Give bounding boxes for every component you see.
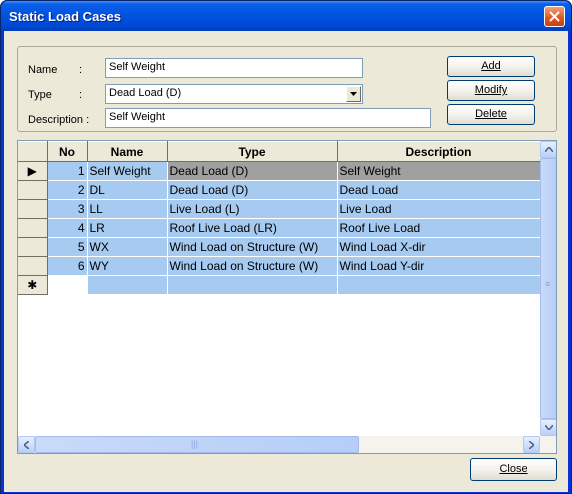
description-input[interactable]: Self Weight	[105, 108, 431, 128]
table-row[interactable]: 6 WY Wind Load on Structure (W) Wind Load Y…	[18, 256, 541, 276]
new-row[interactable]: ✱	[18, 275, 541, 295]
cell-no[interactable]: 6	[47, 256, 88, 276]
column-header-no[interactable]: No	[47, 141, 88, 162]
table-row[interactable]: 3 LL Live Load (L) Live Load	[18, 199, 541, 219]
cell-name[interactable]	[87, 275, 168, 295]
cell-description[interactable]: Wind Load X-dir	[337, 237, 541, 257]
load-cases-grid[interactable]: No Name Type Description ▶ 1 Self Weight De…	[17, 140, 557, 454]
type-label: Type	[28, 89, 52, 101]
cell-no[interactable]	[47, 275, 88, 295]
cell-type[interactable]: Live Load (L)	[167, 199, 338, 219]
cell-type[interactable]: Wind Load on Structure (W)	[167, 237, 338, 257]
cell-no[interactable]: 5	[47, 237, 88, 257]
cell-name[interactable]: Self Weight	[87, 161, 168, 181]
row-header[interactable]	[18, 199, 48, 219]
name-input[interactable]: Self Weight	[105, 58, 363, 78]
row-header[interactable]	[18, 237, 48, 257]
table-row[interactable]: 4 LR Roof Live Load (LR) Roof Live Load	[18, 218, 541, 238]
close-button-label: Close	[499, 463, 528, 475]
corner-header	[18, 141, 48, 162]
cell-name[interactable]: WY	[87, 256, 168, 276]
cell-type[interactable]: Dead Load (D)	[167, 180, 338, 200]
description-label: Description :	[28, 114, 90, 126]
arrow-left-icon	[24, 440, 29, 449]
cell-description[interactable]: Self Weight	[337, 161, 541, 181]
column-header-name[interactable]: Name	[87, 141, 168, 162]
scroll-down-button[interactable]	[540, 419, 556, 436]
load-cases-table: No Name Type Description ▶ 1 Self Weight De…	[18, 141, 541, 295]
name-label: Name	[28, 64, 58, 76]
chevron-down-icon	[350, 92, 357, 96]
arrow-right-icon	[529, 440, 534, 449]
row-header[interactable]	[18, 256, 48, 276]
cell-type[interactable]: Wind Load on Structure (W)	[167, 256, 338, 276]
cell-description[interactable]: Wind Load Y-dir	[337, 256, 541, 276]
column-header-type[interactable]: Type	[167, 141, 338, 162]
column-header-description[interactable]: Description	[337, 141, 541, 162]
row-header[interactable]: ✱	[18, 275, 48, 295]
table-row[interactable]: 5 WX Wind Load on Structure (W) Wind Load X…	[18, 237, 541, 257]
type-select[interactable]: Dead Load (D)	[105, 84, 363, 104]
close-icon	[549, 11, 560, 22]
title-bar[interactable]: Static Load Cases	[1, 1, 571, 31]
type-select-value: Dead Load (D)	[109, 87, 182, 99]
modify-button[interactable]: Modify	[447, 80, 535, 101]
scroll-right-button[interactable]	[523, 436, 540, 453]
add-button[interactable]: Add	[447, 56, 535, 77]
input-group: Name : Self Weight Type : Dead Load (D) …	[17, 46, 557, 132]
close-button[interactable]: Close	[470, 458, 557, 481]
cell-no[interactable]: 2	[47, 180, 88, 200]
cell-no[interactable]: 3	[47, 199, 88, 219]
scroll-up-button[interactable]	[540, 141, 556, 158]
vertical-scroll-thumb[interactable]: ≡	[540, 158, 556, 419]
table-row[interactable]: 2 DL Dead Load (D) Dead Load	[18, 180, 541, 200]
row-header[interactable]	[18, 180, 48, 200]
cell-name[interactable]: LL	[87, 199, 168, 219]
add-button-label: Add	[481, 60, 501, 72]
cell-name[interactable]: LR	[87, 218, 168, 238]
close-window-button[interactable]	[544, 6, 565, 27]
cell-description[interactable]: Dead Load	[337, 180, 541, 200]
horizontal-scrollbar[interactable]: |||	[18, 436, 540, 453]
cell-type[interactable]: Roof Live Load (LR)	[167, 218, 338, 238]
vertical-grip-icon: ≡	[545, 279, 551, 289]
cell-type[interactable]: Dead Load (D)	[167, 161, 338, 181]
table-row[interactable]: ▶ 1 Self Weight Dead Load (D) Self Weight	[18, 161, 541, 181]
dialog-window: Static Load Cases Name : Self Weight Typ…	[0, 0, 572, 494]
cell-description[interactable]: Roof Live Load	[337, 218, 541, 238]
horizontal-scroll-thumb[interactable]: |||	[35, 436, 359, 453]
row-header[interactable]: ▶	[18, 161, 48, 181]
modify-button-label: Modify	[474, 84, 508, 96]
scroll-left-button[interactable]	[18, 436, 35, 453]
cell-no[interactable]: 4	[47, 218, 88, 238]
arrow-down-icon	[544, 425, 553, 430]
row-header[interactable]	[18, 218, 48, 238]
cell-description[interactable]: Live Load	[337, 199, 541, 219]
cell-description[interactable]	[337, 275, 541, 295]
dialog-client: Name : Self Weight Type : Dead Load (D) …	[4, 31, 568, 492]
delete-button[interactable]: Delete	[447, 104, 535, 125]
type-colon: :	[79, 89, 83, 101]
type-dropdown-button[interactable]	[346, 86, 361, 102]
cell-name[interactable]: DL	[87, 180, 168, 200]
cell-no[interactable]: 1	[47, 161, 88, 181]
cell-type[interactable]	[167, 275, 338, 295]
horizontal-grip-icon: |||	[191, 439, 199, 449]
arrow-up-icon	[544, 147, 553, 152]
delete-button-label: Delete	[475, 108, 507, 120]
window-title: Static Load Cases	[9, 9, 121, 24]
name-colon: :	[79, 64, 83, 76]
vertical-scrollbar[interactable]: ≡	[540, 141, 556, 453]
cell-name[interactable]: WX	[87, 237, 168, 257]
